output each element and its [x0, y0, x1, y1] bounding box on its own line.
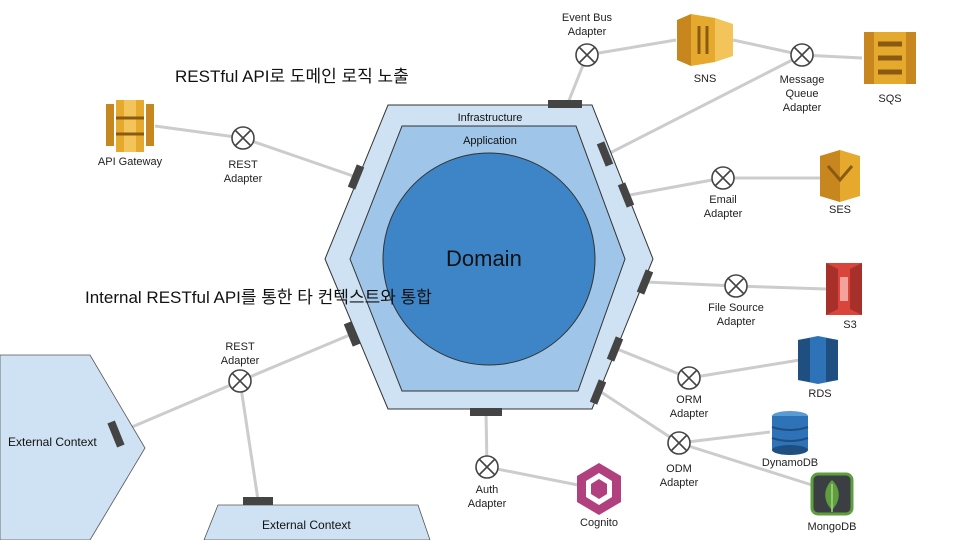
- dynamodb-icon: [771, 411, 809, 455]
- external-context-left-label: External Context: [8, 435, 97, 449]
- domain-label: Domain: [446, 246, 522, 271]
- internal-api-title-line1: Internal RESTful API를: [85, 288, 257, 307]
- email-adapter-label: Email Adapter: [703, 194, 743, 220]
- internal-api-title: Internal RESTful API를 통한 타 컨텍스트와 통합: [85, 287, 432, 309]
- ses-icon: [820, 150, 860, 202]
- odm-adapter-icon: [667, 431, 691, 455]
- connector-eventbus-sns: [586, 38, 677, 57]
- application-label: Application: [463, 135, 517, 147]
- s3-icon: [826, 263, 862, 315]
- auth-adapter-icon: [475, 455, 499, 479]
- event-bus-adapter-label: Event Bus Adapter: [561, 12, 613, 38]
- rest-adapter-left-icon: [228, 369, 252, 393]
- mongodb-icon: [810, 472, 854, 516]
- sqs-icon: [864, 32, 916, 84]
- internal-api-title-line2: 통한 타 컨텍스트와 통합: [261, 288, 432, 307]
- cognito-icon: [577, 463, 621, 515]
- port-external-bottom: [243, 497, 273, 505]
- port-top: [548, 100, 582, 108]
- api-gateway-label: API Gateway: [97, 156, 163, 168]
- message-queue-adapter-label: Message Queue Adapter: [779, 74, 825, 114]
- ses-label: SES: [828, 204, 851, 216]
- rest-adapter-top-icon: [231, 126, 255, 150]
- port-bottom: [470, 408, 502, 416]
- sqs-label: SQS: [878, 93, 902, 105]
- infrastructure-label: Infrastructure: [457, 112, 523, 124]
- rest-api-title: RESTful API로 도메인 로직 노출: [175, 66, 409, 88]
- file-source-adapter-label: File Source Adapter: [708, 302, 764, 328]
- external-context-bottom-label: External Context: [262, 518, 351, 532]
- rds-label: RDS: [808, 388, 832, 400]
- orm-adapter-label: ORM Adapter: [669, 394, 709, 420]
- connector-restleft-ext1: [117, 379, 241, 435]
- connector-restleft-ext2: [238, 380, 260, 501]
- connector-file-hex: [645, 280, 737, 288]
- message-queue-adapter-icon: [790, 43, 814, 67]
- auth-adapter-label: Auth Adapter: [467, 484, 507, 510]
- s3-label: S3: [843, 319, 857, 331]
- rest-adapter-left-label: REST Adapter: [220, 341, 260, 367]
- cognito-label: Cognito: [580, 517, 618, 529]
- rds-icon: [798, 336, 838, 384]
- mongodb-label: MongoDB: [807, 521, 857, 533]
- dynamodb-label: DynamoDB: [761, 457, 819, 469]
- rest-api-title-line1: RESTful API로: [175, 67, 286, 86]
- orm-adapter-icon: [677, 366, 701, 390]
- file-source-adapter-icon: [724, 274, 748, 298]
- connector-gateway-rest: [154, 124, 244, 140]
- connector-file-s3: [735, 284, 827, 291]
- api-gateway-icon: [106, 100, 154, 152]
- event-bus-adapter-icon: [575, 43, 599, 67]
- sns-label: SNS: [693, 73, 717, 85]
- sns-icon: [677, 14, 733, 66]
- email-adapter-icon: [711, 166, 735, 190]
- rest-adapter-top-label: REST Adapter: [223, 159, 263, 185]
- connector-orm-rds: [688, 358, 801, 380]
- connector-odm-dynamodb: [678, 430, 771, 445]
- odm-adapter-label: ODM Adapter: [659, 463, 699, 489]
- rest-api-title-line2: 도메인 로직 노출: [289, 67, 409, 86]
